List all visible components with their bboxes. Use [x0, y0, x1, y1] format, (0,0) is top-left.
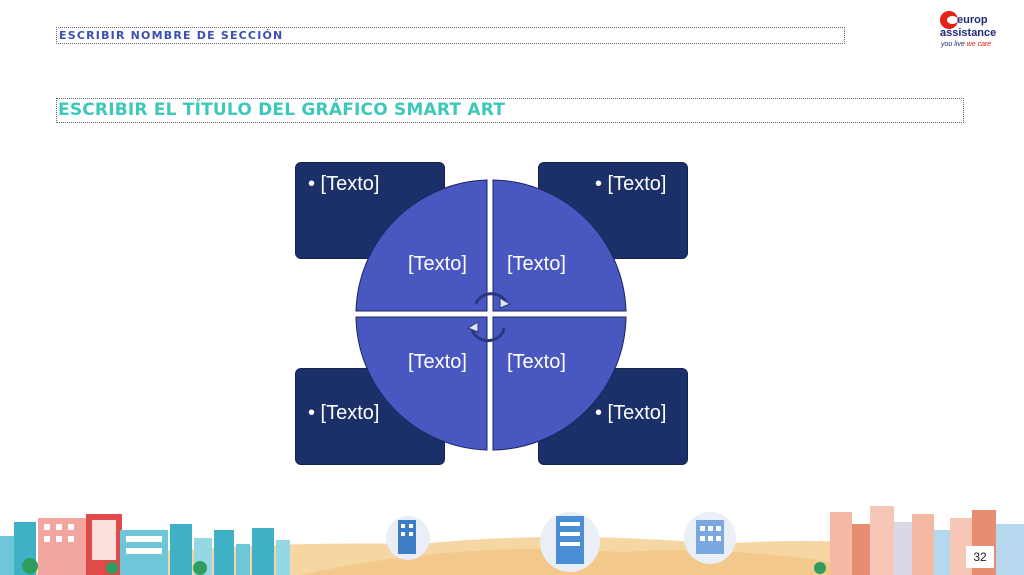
europ-assistance-logo: europ assistance you live we care: [938, 10, 998, 52]
wedge-top-right[interactable]: [492, 179, 627, 312]
logo-tagline: you live we care: [941, 41, 991, 48]
wedge-bottom-right-text: [Texto]: [507, 351, 566, 373]
logo-text-assistance: assistance: [940, 27, 997, 39]
wedge-bottom-right[interactable]: [492, 316, 627, 451]
wedge-bottom-left[interactable]: [355, 316, 488, 451]
wedge-top-left[interactable]: [355, 179, 488, 312]
building-badge-left-icon: [386, 516, 430, 560]
smartart-title-text: ESCRIBIR EL TÍTULO DEL GRÁFICO SMART ART: [58, 100, 506, 120]
logo-tagline-a: you live: [941, 41, 967, 48]
section-name-placeholder[interactable]: ESCRIBIR NOMBRE DE SECCIÓN: [56, 27, 845, 44]
building-badge-right-icon: [684, 512, 736, 564]
section-name-text: ESCRIBIR NOMBRE DE SECCIÓN: [59, 29, 284, 42]
logo-text-europ: europ: [957, 14, 988, 26]
wedge-top-right-text: [Texto]: [507, 253, 566, 275]
smartart-circle: [355, 179, 627, 451]
footer-cityscape: [0, 500, 1024, 575]
wedge-top-left-text: [Texto]: [408, 253, 467, 275]
smartart-title-placeholder[interactable]: ESCRIBIR EL TÍTULO DEL GRÁFICO SMART ART: [56, 98, 964, 123]
page-number: 32: [966, 546, 994, 568]
wedge-bottom-left-text: [Texto]: [408, 351, 467, 373]
building-badge-center-icon: [540, 512, 600, 572]
logo-tagline-b: we care: [966, 41, 992, 48]
